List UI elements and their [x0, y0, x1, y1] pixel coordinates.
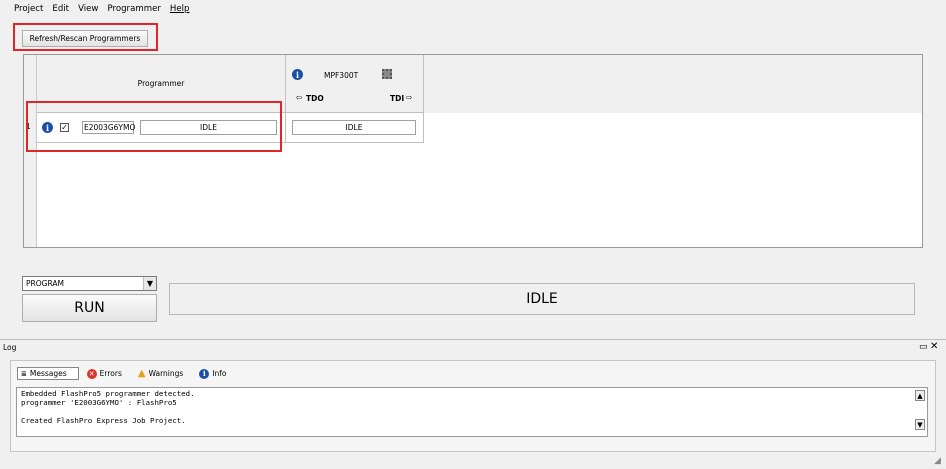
chip-icon — [382, 69, 392, 79]
log-text-area[interactable]: Embedded FlashPro5 programmer detected. … — [16, 387, 928, 437]
device-info-icon[interactable]: i — [292, 69, 303, 80]
run-button[interactable]: RUN — [22, 294, 157, 322]
log-line: Embedded FlashPro5 programmer detected. — [21, 389, 195, 398]
tdi-arrow-icon: ⇨ — [406, 93, 413, 102]
tab-warnings[interactable]: ▲ Warnings — [138, 368, 191, 379]
menu-bar: Project Edit View Programmer Help — [0, 0, 946, 17]
tdi-label: TDI — [390, 94, 405, 103]
action-select[interactable]: PROGRAM ▼ — [22, 276, 157, 291]
error-icon: ✕ — [86, 368, 97, 379]
menu-project[interactable]: Project — [14, 4, 43, 14]
tab-info[interactable]: i Info — [199, 368, 234, 379]
operation-status-panel: IDLE — [169, 283, 915, 315]
menu-programmer[interactable]: Programmer — [107, 4, 160, 14]
tab-messages-label: Messages — [29, 369, 67, 378]
menu-view[interactable]: View — [78, 4, 98, 14]
menu-edit[interactable]: Edit — [52, 4, 69, 14]
log-separator — [0, 339, 946, 340]
device-column-header: i MPF300T ⇦ TDO TDI ⇨ — [286, 55, 424, 113]
resize-grip-icon[interactable]: ◢ — [934, 456, 941, 466]
log-title: Log — [3, 343, 17, 352]
tab-errors[interactable]: ✕ Errors — [86, 368, 130, 379]
scroll-down-button[interactable]: ▼ — [915, 419, 925, 430]
log-line: programmer 'E2003G6YMO' : FlashPro5 — [21, 398, 177, 407]
device-status-field: IDLE — [292, 120, 416, 135]
info-icon: i — [199, 368, 210, 379]
warning-icon: ▲ — [137, 368, 146, 379]
programmer-header-label: Programmer — [137, 79, 185, 88]
float-window-icon[interactable]: ▭ — [919, 342, 928, 352]
tab-messages[interactable]: ≣ Messages — [17, 367, 79, 380]
tab-warnings-label: Warnings — [148, 369, 184, 378]
log-tabs: ≣ Messages ✕ Errors ▲ Warnings i Info — [17, 367, 243, 380]
log-container: ≣ Messages ✕ Errors ▲ Warnings i Info Em… — [10, 360, 936, 452]
log-line: Created FlashPro Express Job Project. — [21, 416, 186, 425]
programmer-row-highlight — [26, 101, 282, 152]
tdo-label: TDO — [306, 94, 324, 103]
tab-info-label: Info — [212, 369, 227, 378]
action-selected-value: PROGRAM — [26, 279, 64, 288]
refresh-rescan-button[interactable]: Refresh/Rescan Programmers — [22, 30, 148, 47]
scroll-up-button[interactable]: ▲ — [915, 390, 925, 401]
device-name: MPF300T — [324, 71, 359, 80]
tdo-arrow-icon: ⇦ — [296, 93, 303, 102]
chevron-down-icon[interactable]: ▼ — [143, 277, 156, 290]
messages-icon: ≣ — [21, 369, 27, 378]
close-icon[interactable]: ✕ — [930, 341, 938, 352]
menu-help[interactable]: Help — [170, 4, 190, 14]
tab-errors-label: Errors — [99, 369, 122, 378]
